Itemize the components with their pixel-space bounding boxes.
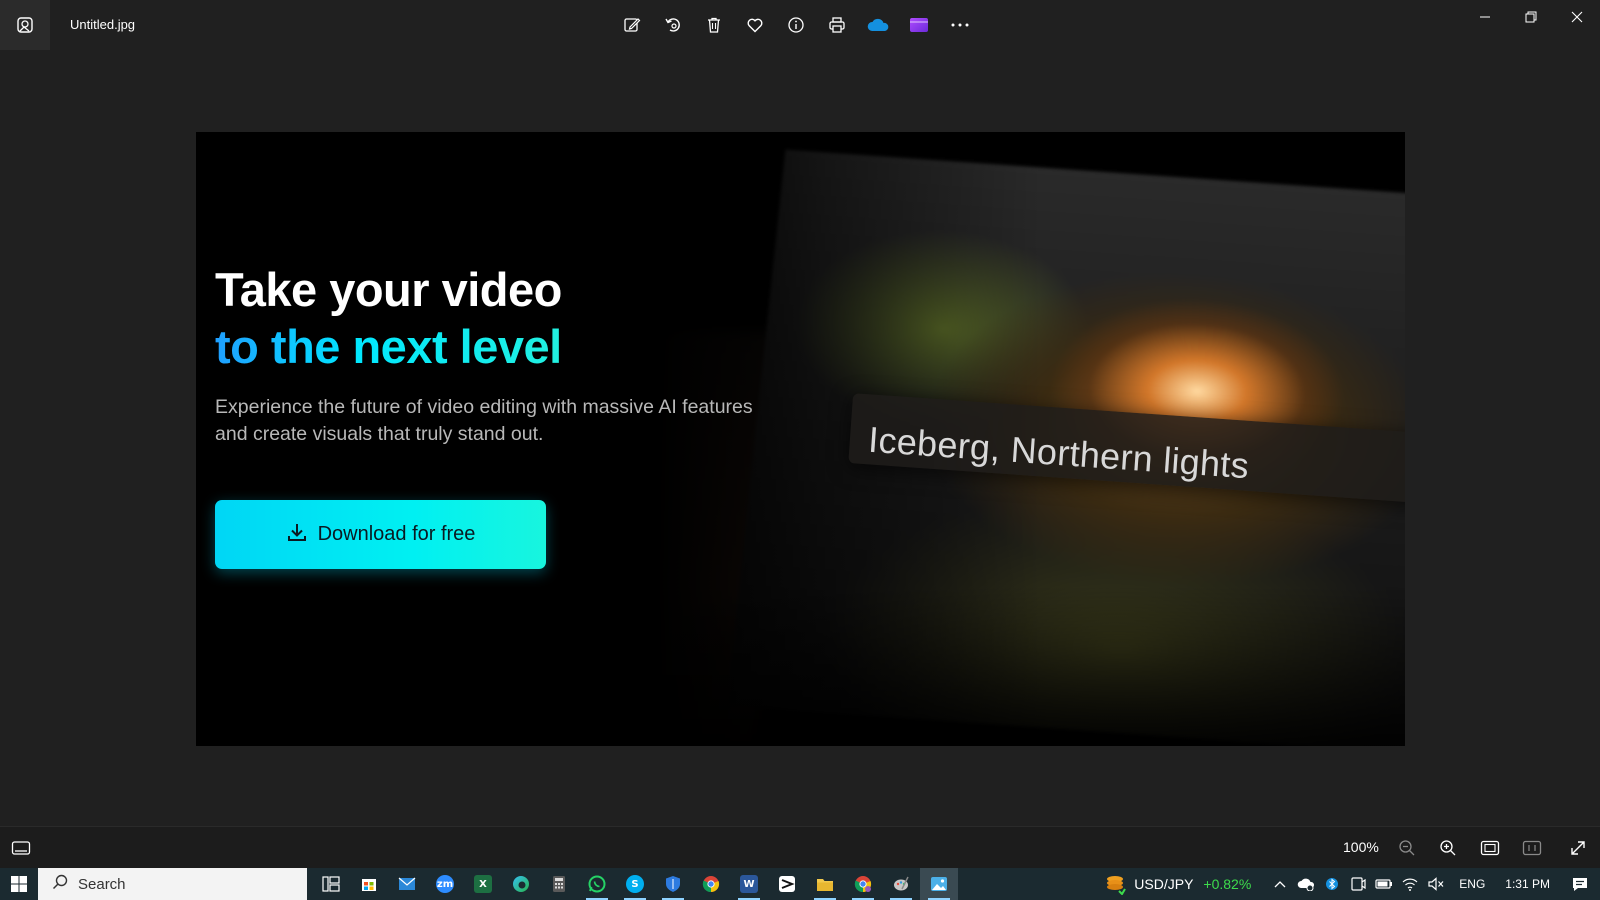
notifications-icon[interactable] [1560, 868, 1600, 900]
volume-muted-icon[interactable] [1425, 868, 1447, 900]
meet-now-icon[interactable] [1347, 868, 1369, 900]
start-windows-icon[interactable] [0, 868, 38, 900]
headline-line-1: Take your video [215, 263, 562, 316]
chrome-icon[interactable] [692, 868, 730, 900]
photos-taskbar-icon[interactable] [920, 868, 958, 900]
fit-to-window-icon[interactable] [1477, 835, 1503, 861]
search-label: Search [78, 875, 126, 893]
onedrive-cloud-icon[interactable] [862, 10, 894, 40]
chrome-profile-icon[interactable] [844, 868, 882, 900]
task-view-icon[interactable] [312, 868, 350, 900]
word-icon[interactable]: W [730, 868, 768, 900]
input-language[interactable]: ENG [1459, 877, 1485, 891]
clipchamp-icon[interactable] [903, 10, 935, 40]
whatsapp-icon[interactable] [578, 868, 616, 900]
viewer-bottom-bar: 100% [0, 826, 1600, 868]
delete-icon[interactable] [698, 10, 730, 40]
more-icon[interactable] [944, 10, 976, 40]
taskbar: Search zm X S W USD/JPY +0.82% ENG 1:31 … [0, 868, 1600, 900]
minimize-icon[interactable] [1462, 0, 1508, 34]
filmstrip-icon[interactable] [8, 835, 34, 861]
currency-coins-icon[interactable] [1104, 873, 1127, 896]
excel-icon[interactable]: X [464, 868, 502, 900]
paint-tool-icon[interactable] [882, 868, 920, 900]
microsoft-store-icon[interactable] [350, 868, 388, 900]
favorite-heart-icon[interactable] [739, 10, 771, 40]
window-controls [1462, 0, 1600, 34]
window-title: Untitled.jpg [70, 17, 136, 32]
photos-app-icon[interactable] [0, 0, 50, 50]
taskbar-search[interactable]: Search [38, 868, 307, 900]
clock-time[interactable]: 1:31 PM [1505, 877, 1550, 891]
subtext: Experience the future of video editing w… [215, 396, 753, 445]
search-icon [52, 874, 68, 895]
print-icon[interactable] [821, 10, 853, 40]
headline-line-2: to the next level [215, 320, 562, 373]
zoom-level[interactable]: 100% [1343, 839, 1379, 855]
edge-icon[interactable] [502, 868, 540, 900]
image-canvas[interactable]: Iceberg, Northern lights Take your video… [0, 50, 1600, 826]
fullscreen-icon[interactable] [1565, 835, 1591, 861]
chevron-up-icon[interactable] [1269, 868, 1291, 900]
ticker-symbol[interactable]: USD/JPY [1134, 876, 1193, 892]
ticker-change[interactable]: +0.82% [1203, 876, 1251, 892]
taskbar-apps: zm X S W [312, 868, 958, 900]
zoom-out-icon[interactable] [1394, 835, 1420, 861]
info-icon[interactable] [780, 10, 812, 40]
skype-icon[interactable]: S [616, 868, 654, 900]
system-tray: USD/JPY +0.82% ENG 1:31 PM [1104, 868, 1600, 900]
battery-icon[interactable] [1373, 868, 1395, 900]
close-icon[interactable] [1554, 0, 1600, 34]
bluetooth-icon[interactable] [1321, 868, 1343, 900]
onedrive-tray-icon[interactable] [1295, 868, 1317, 900]
viewer-toolbar [616, 10, 976, 40]
displayed-image: Iceberg, Northern lights Take your video… [196, 132, 1405, 746]
file-explorer-icon[interactable] [806, 868, 844, 900]
download-button-label: Download for free [317, 523, 476, 545]
zoom-icon[interactable]: zm [426, 868, 464, 900]
edit-image-icon[interactable] [616, 10, 648, 40]
defender-shield-icon[interactable] [654, 868, 692, 900]
actual-size-icon[interactable] [1519, 835, 1545, 861]
mail-icon[interactable] [388, 868, 426, 900]
rotate-icon[interactable] [657, 10, 689, 40]
calculator-icon[interactable] [540, 868, 578, 900]
zoom-in-icon[interactable] [1435, 835, 1461, 861]
title-bar: Untitled.jpg [0, 0, 1600, 50]
restore-icon[interactable] [1508, 0, 1554, 34]
download-icon [286, 521, 308, 548]
capcut-icon[interactable] [768, 868, 806, 900]
wifi-icon[interactable] [1399, 868, 1421, 900]
download-button: Download for free [215, 500, 546, 569]
